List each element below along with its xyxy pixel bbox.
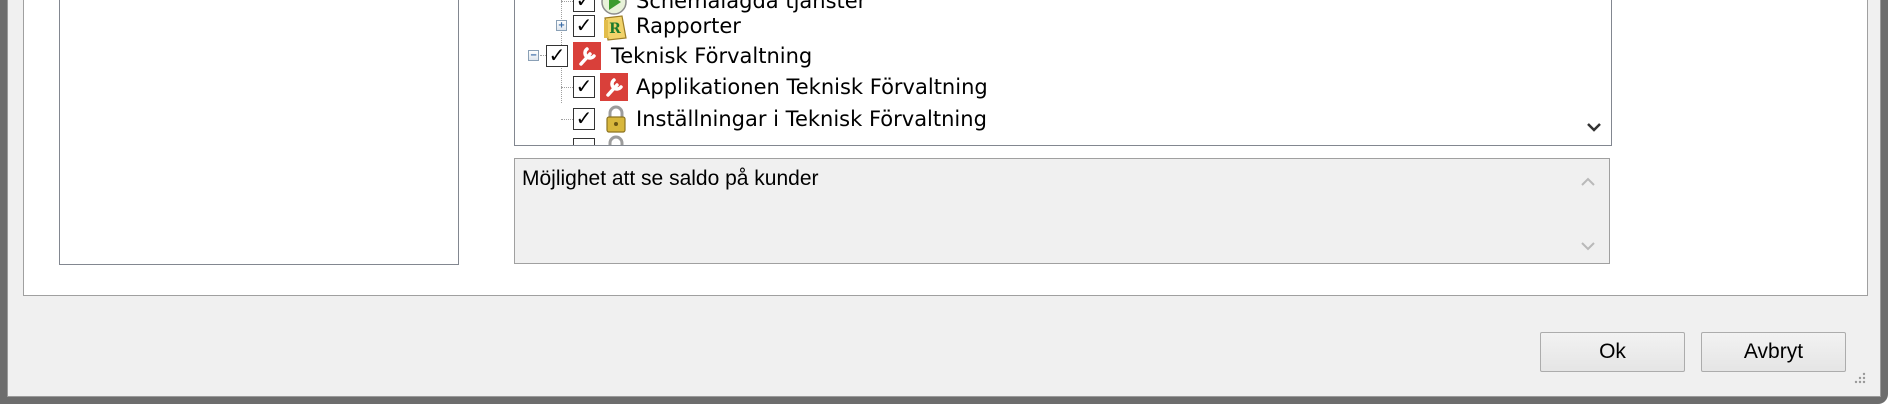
tree-row-rapporter[interactable]: + ✓ R Rapporter (515, 12, 1315, 42)
scroll-up-arrow-icon[interactable] (1579, 173, 1597, 191)
left-list-box[interactable] (59, 0, 459, 265)
dialog-window-frame: ✓ Schemalagda tjänster + ✓ R Rapporter −… (0, 0, 1888, 404)
checkbox[interactable]: ✓ (573, 15, 595, 37)
scroll-down-arrow-icon[interactable] (1579, 237, 1597, 255)
tree-row-label: Teknisk Förvaltning (611, 44, 813, 68)
dialog-body: ✓ Schemalagda tjänster + ✓ R Rapporter −… (7, 0, 1881, 397)
checkbox[interactable]: ✓ (573, 108, 595, 130)
description-text: Möjlighet att se saldo på kunder (522, 167, 819, 190)
tree-guide-line (561, 1, 573, 2)
tree-guide-line (561, 119, 573, 120)
tree-row-label: Inställningar i Teknisk Förvaltning (636, 107, 987, 131)
tree-row-label: Rapporter (636, 14, 741, 38)
svg-text:R: R (609, 21, 621, 37)
description-box[interactable]: Möjlighet att se saldo på kunder (514, 158, 1610, 264)
wrench-icon (599, 72, 629, 102)
reports-icon: R (600, 12, 630, 42)
lock-icon (601, 104, 631, 134)
lock-icon (601, 134, 631, 145)
tree-vertical-scrollbar[interactable] (1577, 0, 1611, 145)
scroll-down-arrow-icon[interactable] (1585, 118, 1603, 136)
tree-guide-line (561, 87, 573, 88)
checkbox[interactable]: ✓ (546, 45, 568, 67)
resize-grip-icon[interactable] (1852, 370, 1866, 384)
wrench-icon (572, 41, 602, 71)
cancel-button[interactable]: Avbryt (1701, 332, 1846, 372)
checkbox[interactable] (573, 138, 595, 145)
permission-tree[interactable]: ✓ Schemalagda tjänster + ✓ R Rapporter −… (514, 0, 1612, 146)
tree-row-label: Applikationen Teknisk Förvaltning (636, 75, 988, 99)
tree-row-applikationen-teknisk-forvaltning[interactable]: ✓ Applikationen Teknisk Förvaltning (515, 72, 1315, 102)
checkbox[interactable]: ✓ (573, 76, 595, 98)
ok-button[interactable]: Ok (1540, 332, 1685, 372)
checkbox[interactable]: ✓ (573, 0, 595, 12)
expand-icon[interactable]: + (556, 20, 567, 31)
tree-row-teknisk-forvaltning[interactable]: − ✓ Teknisk Förvaltning (515, 41, 1315, 71)
collapse-icon[interactable]: − (528, 50, 539, 61)
tree-row-installningar-teknisk-forvaltning[interactable]: ✓ Inställningar i Teknisk Förvaltning (515, 104, 1315, 134)
